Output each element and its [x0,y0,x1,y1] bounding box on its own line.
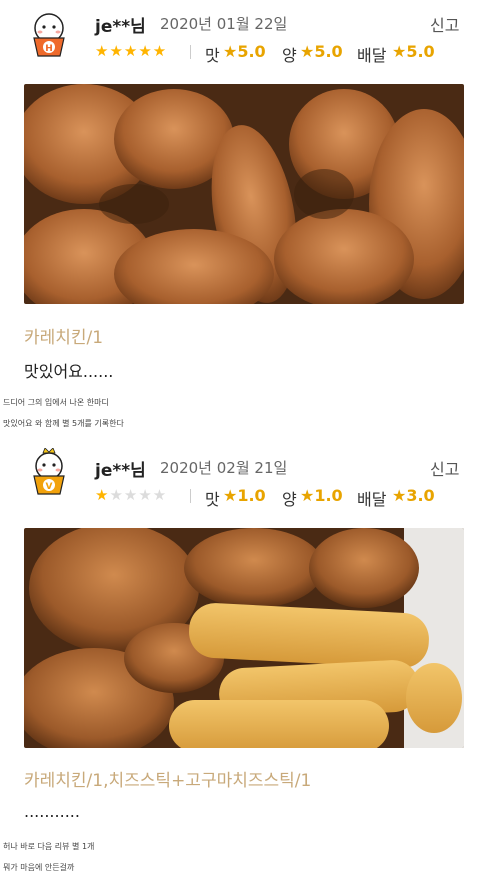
amount-label: 양 [282,490,297,509]
report-button[interactable]: 신고 [430,456,459,480]
review-photo-chicken-cheese-sticks[interactable] [24,528,464,748]
amount-rating: ★1.0 [300,486,343,505]
delivery-rating: ★5.0 [392,42,435,61]
review-photo-fried-chicken[interactable] [24,84,464,304]
review-date: 2020년 02월 21일 [160,459,288,477]
taste-label: 맛 [205,46,220,65]
delivery-label: 배달 [357,490,387,509]
amount-label: 양 [282,46,297,65]
reviewer-name: je**님 [95,461,146,481]
caption-line-1: 드디어 그의 입에서 나온 한마디 [3,398,109,407]
avatar-mascot-icon: V [33,448,65,495]
divider [190,45,191,59]
reviewer-name: je**님 [95,17,146,37]
review-comment: ........... [24,802,80,821]
taste-rating: ★1.0 [223,486,266,505]
caption-line-2: 뭐가 마음에 안든걸까 [3,863,75,872]
star-filled-icon: ★ [95,486,110,504]
star-rating: ★★★★★ [95,486,167,504]
svg-text:H: H [45,44,53,54]
caption-line-1: 허나 바로 다음 리뷰 별 1개 [3,842,95,851]
svg-text:V: V [46,482,53,492]
star-rating: ★★★★★ [95,42,168,60]
delivery-label: 배달 [357,46,387,65]
divider [190,489,191,503]
report-button[interactable]: 신고 [430,12,459,36]
review-comment: 맛있어요...... [24,362,114,381]
caption-line-2: 맛있어요 와 함께 별 5개를 기록한다 [3,419,124,428]
taste-rating: ★5.0 [223,42,266,61]
avatar-mascot-icon: H [33,13,65,57]
ordered-menu: 카레치킨/1 [24,328,104,348]
amount-rating: ★5.0 [300,42,343,61]
review-date: 2020년 01월 22일 [160,15,288,33]
ordered-menu: 카레치킨/1,치즈스틱+고구마치즈스틱/1 [24,771,312,791]
star-empty-icon: ★★★★ [109,486,168,504]
taste-label: 맛 [205,490,220,509]
delivery-rating: ★3.0 [392,486,435,505]
